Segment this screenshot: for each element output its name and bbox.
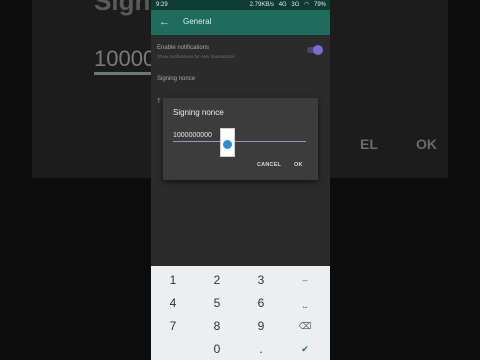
network-4g-icon: 4G bbox=[278, 2, 287, 8]
status-bar: 9:29 2.79KB/s 4G 3G ◠ 79% bbox=[151, 0, 330, 10]
key-6[interactable]: 6 bbox=[239, 292, 283, 314]
key-4[interactable]: 4 bbox=[151, 292, 195, 314]
signing-nonce-dialog: Signing nonce 1000000000 CANCEL OK bbox=[163, 98, 318, 180]
key-8[interactable]: 8 bbox=[195, 315, 239, 337]
space-key-icon[interactable]: ⎵ bbox=[283, 292, 327, 314]
ok-button[interactable]: OK bbox=[294, 162, 303, 168]
key-2[interactable]: 2 bbox=[195, 269, 239, 291]
pref-notifications-summary: Show notifications for new transactions bbox=[157, 54, 235, 59]
toggle-knob bbox=[313, 45, 323, 55]
pref-signing-nonce-title[interactable]: Signing nonce bbox=[157, 76, 195, 82]
done-check-icon[interactable]: ✔ bbox=[283, 338, 327, 360]
cursor-dot-icon bbox=[223, 140, 232, 149]
pref-third-item[interactable]: T bbox=[157, 99, 161, 105]
app-bar: ← General bbox=[151, 10, 330, 35]
cancel-button[interactable]: CANCEL bbox=[257, 162, 281, 168]
key-3[interactable]: 3 bbox=[239, 269, 283, 291]
wifi-icon: ◠ bbox=[304, 2, 310, 8]
network-speed: 2.79KB/s bbox=[249, 2, 275, 8]
backdrop-cancel: EL bbox=[360, 136, 378, 152]
key-5[interactable]: 5 bbox=[195, 292, 239, 314]
key-0[interactable]: 0 bbox=[195, 338, 239, 360]
numeric-keyboard: 1 2 3 – 4 5 6 ⎵ 7 8 9 ⌫ 0 . ✔ bbox=[151, 266, 330, 360]
key-7[interactable]: 7 bbox=[151, 315, 195, 337]
pref-notifications-title[interactable]: Enable notifications bbox=[157, 45, 209, 51]
key-9[interactable]: 9 bbox=[239, 315, 283, 337]
notifications-toggle[interactable] bbox=[307, 45, 323, 55]
battery-level: 79% bbox=[313, 2, 326, 8]
status-time: 9:29 bbox=[156, 2, 168, 8]
input-underline bbox=[173, 141, 306, 142]
text-cursor-handle[interactable] bbox=[220, 128, 235, 157]
key-minus[interactable]: – bbox=[283, 269, 327, 291]
page-title: General bbox=[183, 17, 212, 26]
backspace-icon[interactable]: ⌫ bbox=[283, 315, 327, 337]
back-arrow-icon[interactable]: ← bbox=[159, 16, 171, 28]
status-right: 2.79KB/s 4G 3G ◠ 79% bbox=[247, 0, 326, 10]
network-3g-icon: 3G bbox=[291, 2, 300, 8]
backdrop-ok: OK bbox=[416, 136, 437, 152]
dialog-title: Signing nonce bbox=[173, 108, 224, 117]
key-1[interactable]: 1 bbox=[151, 269, 195, 291]
key-dot[interactable]: . bbox=[239, 338, 283, 360]
